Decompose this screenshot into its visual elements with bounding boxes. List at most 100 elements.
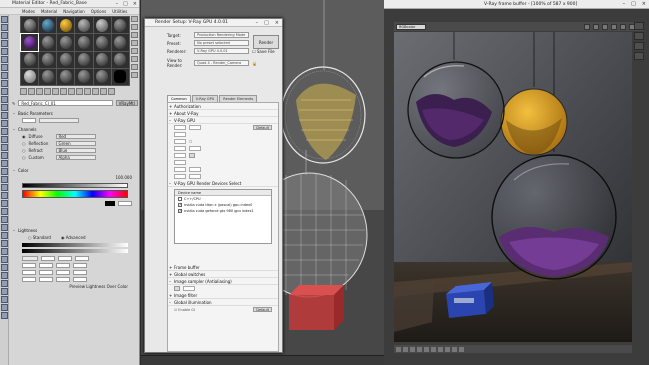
radio-advanced[interactable]: ◉ Advanced xyxy=(61,235,86,240)
default-button[interactable]: Default xyxy=(253,307,272,312)
close-icon[interactable]: × xyxy=(133,1,137,7)
tool-icon[interactable] xyxy=(1,160,8,167)
default-button[interactable]: Default xyxy=(253,125,272,130)
minimize-icon[interactable]: – xyxy=(116,1,119,7)
sample-type-icon[interactable] xyxy=(131,16,138,22)
make-unique-icon[interactable] xyxy=(60,88,67,95)
show-in-viewport-icon[interactable] xyxy=(84,88,91,95)
alpha-channel-icon[interactable] xyxy=(611,23,617,30)
tool-icon[interactable] xyxy=(1,136,8,143)
stop-icon[interactable] xyxy=(634,32,644,40)
tool-icon[interactable] xyxy=(1,256,8,263)
background-icon[interactable] xyxy=(131,32,138,38)
tool-icon[interactable] xyxy=(1,240,8,247)
target-dropdown[interactable]: Production Rendering Mode xyxy=(194,32,249,38)
tool-icon[interactable] xyxy=(1,216,8,223)
channel-dropdown[interactable]: Blue xyxy=(55,148,96,153)
tool-icon[interactable] xyxy=(1,32,8,39)
get-material-icon[interactable] xyxy=(20,88,27,95)
options-icon[interactable] xyxy=(131,56,138,62)
enable-gi-checkbox[interactable]: ☑ Enable GI xyxy=(174,308,195,312)
tool-icon[interactable] xyxy=(1,104,8,111)
rollout-header[interactable]: Basic Parameters xyxy=(12,111,138,117)
rollout-header[interactable]: Channels xyxy=(12,127,138,133)
sample-slot[interactable] xyxy=(111,17,129,34)
material-navigator-icon[interactable] xyxy=(131,72,138,78)
param-field[interactable] xyxy=(22,118,36,123)
tool-icon[interactable] xyxy=(1,184,8,191)
rollout-vray-gpu[interactable]: V-Ray GPU xyxy=(168,117,278,124)
tool-icon[interactable] xyxy=(1,128,8,135)
history-icon[interactable] xyxy=(396,346,401,352)
track-mouse-icon[interactable] xyxy=(410,346,415,352)
maximize-icon[interactable]: □ xyxy=(123,1,128,7)
radio-standard[interactable]: ○ Standard xyxy=(28,235,51,240)
put-to-scene-icon[interactable] xyxy=(28,88,35,95)
tool-icon[interactable] xyxy=(1,72,8,79)
close-icon[interactable]: × xyxy=(275,20,279,26)
tool-icon[interactable] xyxy=(1,80,8,87)
hue-gradient-slider[interactable] xyxy=(22,190,128,198)
material-id-icon[interactable] xyxy=(76,88,83,95)
sample-slot[interactable] xyxy=(93,34,111,51)
tool-icon[interactable] xyxy=(1,64,8,71)
tool-icon[interactable] xyxy=(1,40,8,47)
sample-slot[interactable] xyxy=(75,68,93,85)
tool-icon[interactable] xyxy=(1,312,8,319)
menu-item-modes[interactable]: Modes xyxy=(22,9,35,14)
sample-slot[interactable] xyxy=(57,51,75,68)
render-button[interactable]: Render xyxy=(253,35,279,49)
rollout-about-vray[interactable]: About V-Ray xyxy=(168,110,278,117)
param-field[interactable] xyxy=(174,125,186,130)
tool-icon[interactable] xyxy=(1,120,8,127)
color-swatch[interactable] xyxy=(105,201,115,206)
menu-item-utilities[interactable]: Utilities xyxy=(112,9,127,14)
timeline-strip[interactable] xyxy=(141,355,384,365)
menu-item-navigation[interactable]: Navigation xyxy=(63,9,85,14)
device-checkbox[interactable]: ✓ xyxy=(178,209,182,213)
tool-icon[interactable] xyxy=(1,200,8,207)
rollout-global-switches[interactable]: Global switches xyxy=(168,271,278,278)
frame-buffer-titlebar[interactable]: V-Ray frame buffer - [100% of 587 x 900] xyxy=(384,0,649,9)
strength-field[interactable] xyxy=(118,201,132,206)
rollout-image-sampler[interactable]: Image sampler (Antialiasing) xyxy=(168,278,278,285)
tool-icon[interactable] xyxy=(1,48,8,55)
tool-icon[interactable] xyxy=(1,192,8,199)
channel-dropdown[interactable]: Green xyxy=(55,141,96,146)
rollout-header[interactable]: Color xyxy=(12,168,138,174)
color-correction-icon[interactable] xyxy=(431,346,436,352)
tool-icon[interactable] xyxy=(1,152,8,159)
tool-icon[interactable] xyxy=(1,16,8,23)
tool-icon[interactable] xyxy=(1,96,8,103)
channel-dropdown[interactable]: Alpha xyxy=(55,155,96,160)
tab-render-elements[interactable]: Render Elements xyxy=(219,95,258,102)
pixel-info-icon[interactable] xyxy=(417,346,422,352)
radio-button[interactable]: ○ xyxy=(22,141,26,146)
go-forward-icon[interactable] xyxy=(108,88,115,95)
maximize-icon[interactable]: □ xyxy=(631,1,636,7)
tool-icon[interactable] xyxy=(1,208,8,215)
tool-icon[interactable] xyxy=(1,248,8,255)
radio-button[interactable]: ○ xyxy=(22,148,26,153)
sample-slot[interactable] xyxy=(39,34,57,51)
minimize-icon[interactable]: – xyxy=(623,1,626,7)
mono-icon[interactable] xyxy=(620,23,626,30)
lut-icon[interactable] xyxy=(445,346,450,352)
tool-icon[interactable] xyxy=(1,232,8,239)
sample-slot[interactable] xyxy=(57,68,75,85)
sample-slot[interactable] xyxy=(21,68,39,85)
rollout-render-devices[interactable]: V-Ray GPU Render Devices Select xyxy=(168,180,278,187)
video-check-icon[interactable] xyxy=(131,48,138,54)
tool-icon[interactable] xyxy=(1,264,8,271)
tool-icon[interactable] xyxy=(1,288,8,295)
tool-icon[interactable] xyxy=(1,168,8,175)
link-icon[interactable] xyxy=(634,52,644,60)
radio-button[interactable]: ○ xyxy=(22,155,26,160)
render-icon[interactable] xyxy=(634,22,644,30)
sample-slot[interactable] xyxy=(111,68,129,85)
show-end-result-icon[interactable] xyxy=(92,88,99,95)
sample-slot[interactable] xyxy=(39,68,57,85)
tool-icon[interactable] xyxy=(1,176,8,183)
device-checkbox[interactable] xyxy=(178,197,182,201)
material-type-button[interactable]: VRayMtl xyxy=(115,100,138,106)
